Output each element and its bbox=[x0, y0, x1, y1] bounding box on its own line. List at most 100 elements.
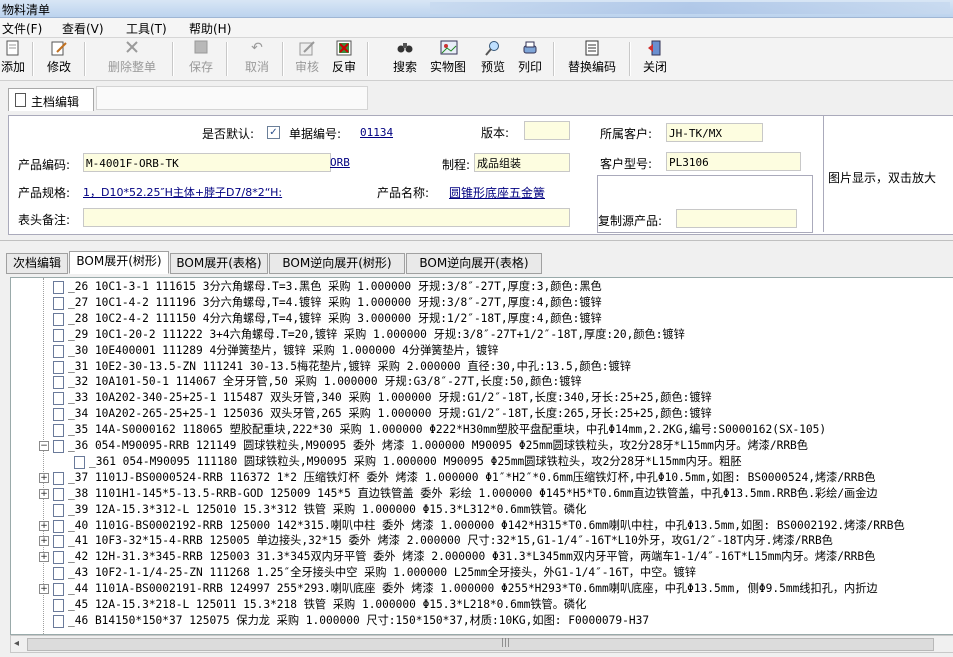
tree-row[interactable]: _33 10A202-340-25+25-1 115487 双头牙管,340 采… bbox=[68, 390, 712, 406]
print-button[interactable]: 列印 bbox=[515, 40, 545, 78]
binoculars-icon bbox=[397, 40, 413, 56]
image-preview[interactable]: 图片显示，双击放大 bbox=[823, 116, 952, 232]
tree-row[interactable]: _32 10A101-50-1 114067 全牙牙管,50 采购 1.0000… bbox=[68, 374, 582, 390]
print-label: 列印 bbox=[517, 60, 542, 74]
copy-src-field[interactable] bbox=[676, 209, 797, 228]
menu-help[interactable]: 帮助(H) bbox=[189, 20, 231, 37]
tree-row[interactable]: _30 10E400001 111289 4分弹簧垫片，镀锌 采购 1.0000… bbox=[68, 343, 498, 359]
tree-row[interactable]: _361 054-M90095 111180 圆球铁粒头,M90095 采购 1… bbox=[89, 454, 742, 470]
scroll-thumb[interactable] bbox=[27, 638, 934, 651]
product-code-field[interactable]: M-4001F-ORB-TK bbox=[83, 153, 331, 172]
process-field[interactable]: 成品组装 bbox=[474, 153, 570, 172]
menu-tools[interactable]: 工具(T) bbox=[126, 20, 167, 37]
tree-row[interactable]: _39 12A-15.3*312-L 125010 15.3*312 铁管 采购… bbox=[68, 502, 586, 518]
menu-bar: 文件(F) 查看(V) 工具(T) 帮助(H) bbox=[0, 18, 953, 38]
tree-row[interactable]: _31 10E2-30-13.5-ZN 111241 30-13.5梅花垫片,镀… bbox=[68, 359, 631, 375]
tree-node-doc-icon bbox=[53, 567, 64, 581]
doc-no-value[interactable]: 01134 bbox=[360, 126, 393, 139]
tree-row[interactable]: _28 10C2-4-2 111150 4分六角螺母,T=4,镀锌 采购 3.0… bbox=[68, 311, 602, 327]
remark-field[interactable] bbox=[83, 208, 570, 227]
audit-button[interactable]: 审核 bbox=[292, 40, 322, 78]
toolbar-separator bbox=[226, 42, 228, 76]
tree-row[interactable]: _45 12A-15.3*218-L 125011 15.3*218 铁管 采购… bbox=[68, 597, 586, 613]
printer-icon bbox=[522, 40, 538, 56]
bom-tree[interactable]: _26 10C1-3-1 111615 3分六角螺母.T=3.黑色 采购 1.0… bbox=[10, 277, 953, 635]
edit-button[interactable]: 修改 bbox=[42, 40, 76, 78]
doc-no-label: 单据编号: bbox=[289, 127, 342, 141]
tree-node-doc-icon bbox=[53, 328, 64, 342]
tree-node-doc-icon bbox=[53, 281, 64, 294]
toolbar: 添加 修改 删除整单 保存 ↶ 取消 审核 反审 搜索 实物图 预览 列印 替换… bbox=[0, 38, 953, 81]
tab-bom-tree[interactable]: BOM展开(树形) bbox=[69, 251, 169, 274]
tab-sub-edit[interactable]: 次档编辑 bbox=[6, 253, 68, 274]
expand-icon[interactable]: + bbox=[39, 472, 49, 483]
unaudit-button[interactable]: 反审 bbox=[329, 40, 359, 78]
unaudit-icon bbox=[336, 40, 352, 56]
tree-row[interactable]: _42 12H-31.3*345-RRB 125003 31.3*345双内牙平… bbox=[68, 549, 875, 565]
horizontal-scrollbar[interactable]: ◂ ||| bbox=[10, 635, 953, 653]
collapse-icon[interactable]: − bbox=[39, 441, 49, 451]
tree-row[interactable]: _44 1101A-BS0002191-RRB 124997 255*293.喇… bbox=[68, 581, 878, 597]
customer-field[interactable]: JH-TK/MX bbox=[666, 123, 763, 142]
menu-file[interactable]: 文件(F) bbox=[2, 20, 42, 37]
tab-bom-reverse-table[interactable]: BOM逆向展开(表格) bbox=[406, 253, 542, 274]
default-checkbox[interactable]: ✓ bbox=[267, 126, 280, 139]
expand-icon[interactable]: + bbox=[39, 488, 49, 499]
version-field[interactable] bbox=[524, 121, 570, 140]
document-icon bbox=[15, 93, 26, 107]
tab-bom-reverse-tree[interactable]: BOM逆向展开(树形) bbox=[269, 253, 405, 274]
tab-bom-table[interactable]: BOM展开(表格) bbox=[170, 253, 268, 274]
tree-row[interactable]: _46 B14150*150*37 125075 保力龙 采购 1.000000… bbox=[68, 613, 649, 629]
tree-node-doc-icon bbox=[53, 551, 64, 565]
save-button[interactable]: 保存 bbox=[186, 40, 216, 78]
unaudit-label: 反审 bbox=[331, 60, 356, 74]
search-button[interactable]: 搜索 bbox=[390, 40, 420, 78]
tree-row[interactable]: _38 1101H1-145*5-13.5-RRB-GOD 125009 145… bbox=[68, 486, 878, 502]
picture-icon bbox=[440, 40, 458, 56]
expand-icon[interactable]: + bbox=[39, 584, 49, 595]
product-code-suffix[interactable]: ORB bbox=[330, 156, 350, 169]
close-button[interactable]: 关闭 bbox=[640, 40, 670, 78]
toolbar-separator bbox=[629, 42, 631, 76]
replace-code-button[interactable]: 替换编码 bbox=[565, 40, 619, 78]
tree-row[interactable]: _35 14A-S0000162 118065 塑胶配重块,222*30 采购 … bbox=[68, 422, 826, 438]
image-hint: 图片显示，双击放大 bbox=[828, 171, 937, 185]
tree-row[interactable]: _27 10C1-4-2 111196 3分六角螺母,T=4.镀锌 采购 1.0… bbox=[68, 295, 602, 311]
expand-icon[interactable]: + bbox=[39, 520, 49, 531]
tree-row[interactable]: _34 10A202-265-25+25-1 125036 双头牙管,265 采… bbox=[68, 406, 712, 422]
tree-row[interactable]: _36 054-M90095-RRB 121149 圆球铁粒头,M90095 委… bbox=[68, 438, 808, 454]
tree-row[interactable]: _41 10F3-32*15-4-RRB 125005 单边接头,32*15 委… bbox=[68, 533, 833, 549]
name-value[interactable]: 圆锥形底座五金簧 bbox=[449, 184, 545, 201]
cust-model-field[interactable]: PL3106 bbox=[666, 152, 801, 171]
tree-row[interactable]: _37 1101J-BS0000524-RRB 116372 1*2 压缩铁灯杯… bbox=[68, 470, 875, 486]
tree-node-doc-icon bbox=[53, 376, 64, 390]
preview-button[interactable]: 预览 bbox=[478, 40, 508, 78]
add-button[interactable]: 添加 bbox=[0, 40, 28, 78]
tree-row[interactable]: _40 1101G-BS0002192-RRB 125000 142*315.喇… bbox=[68, 518, 905, 534]
delete-button[interactable]: 删除整单 bbox=[104, 40, 160, 78]
cancel-button[interactable]: ↶ 取消 bbox=[242, 40, 272, 78]
default-label: 是否默认: bbox=[202, 127, 255, 141]
exit-icon bbox=[647, 40, 663, 56]
picture-label: 实物图 bbox=[429, 60, 466, 74]
magnifier-icon bbox=[485, 40, 501, 56]
expand-icon[interactable]: + bbox=[39, 552, 49, 563]
toolbar-separator bbox=[32, 42, 34, 76]
menu-view[interactable]: 查看(V) bbox=[62, 20, 104, 37]
title-bar-gradient bbox=[430, 2, 950, 14]
scroll-left-icon[interactable]: ◂ bbox=[14, 638, 19, 649]
spec-value[interactable]: 1，D10*52.25″H主体+脖子D7/8*2“H: bbox=[83, 184, 318, 200]
remark-label: 表头备注: bbox=[18, 213, 71, 227]
tree-node-doc-icon bbox=[74, 455, 85, 469]
tree-node-doc-icon bbox=[53, 471, 64, 485]
tree-row[interactable]: _43 10F2-1-1/4-25-ZN 111268 1.25″全牙接头中空 … bbox=[68, 565, 696, 581]
toolbar-separator bbox=[553, 42, 555, 76]
close-label: 关闭 bbox=[642, 60, 667, 74]
picture-button[interactable]: 实物图 bbox=[428, 40, 468, 78]
expand-icon[interactable]: + bbox=[39, 536, 49, 547]
tab-main-edit[interactable]: 主档编辑 bbox=[8, 88, 94, 111]
customer-label: 所属客户: bbox=[600, 127, 653, 141]
tree-row[interactable]: _29 10C1-20-2 111222 3+4六角螺母.T=20,镀锌 采购 … bbox=[68, 327, 685, 343]
tree-row[interactable]: _26 10C1-3-1 111615 3分六角螺母.T=3.黑色 采购 1.0… bbox=[68, 279, 602, 295]
process-label: 制程: bbox=[442, 158, 471, 172]
